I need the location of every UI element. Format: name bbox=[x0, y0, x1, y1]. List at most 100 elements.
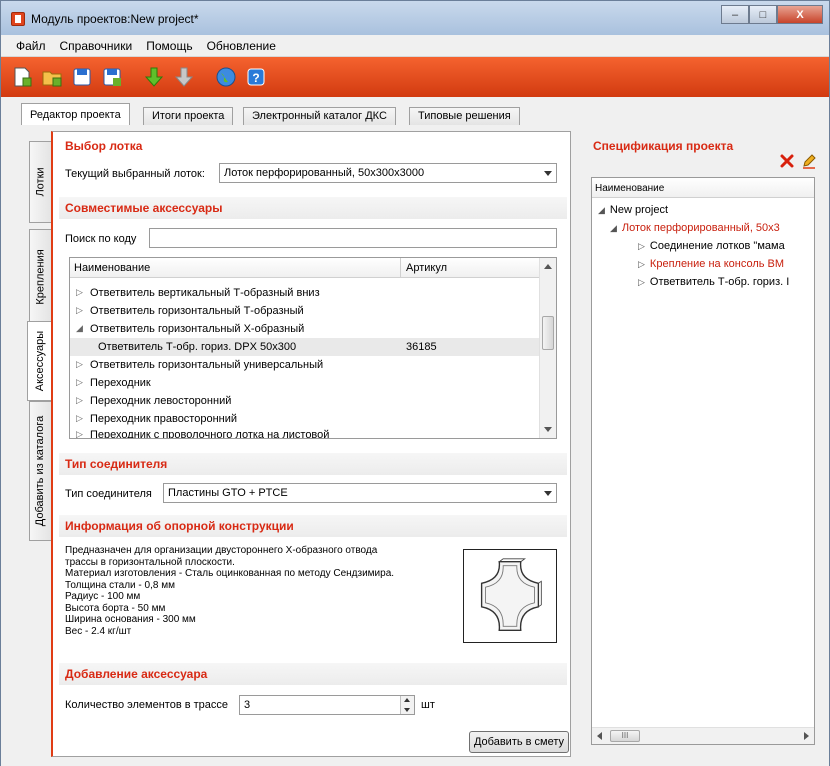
qty-stepper[interactable]: 3 bbox=[239, 695, 415, 715]
collapse-icon[interactable]: ◢ bbox=[76, 324, 84, 333]
menu-update[interactable]: Обновление bbox=[200, 39, 283, 53]
product-image bbox=[463, 549, 557, 643]
stepper-down-icon[interactable] bbox=[404, 708, 410, 712]
window-title: Модуль проектов:New project* bbox=[31, 12, 199, 26]
menu-file[interactable]: Файл bbox=[9, 39, 53, 53]
app-logo-icon bbox=[11, 12, 25, 26]
expand-icon[interactable]: ▷ bbox=[638, 241, 645, 251]
side-tab-trays[interactable]: Лотки bbox=[29, 141, 51, 223]
minimize-button[interactable]: – bbox=[721, 5, 749, 24]
tray-label: Текущий выбранный лоток: bbox=[65, 168, 205, 180]
description-line: трассы в горизонтальной плоскости. bbox=[65, 556, 235, 568]
description-line: Ширина основания - 300 мм bbox=[65, 614, 196, 625]
side-tab-add-from-catalog-label: Добавить из каталога bbox=[34, 415, 47, 527]
support-section-title: Информация об опорной конструкции bbox=[65, 519, 294, 533]
description-line: Материал изготовления - Сталь оцинкованн… bbox=[65, 568, 395, 579]
column-name-header[interactable]: Наименование bbox=[74, 262, 150, 274]
table-row[interactable]: ▷ Ответвитель вертикальный Т-образный вни… bbox=[70, 284, 540, 302]
table-header: Наименование Артикул bbox=[70, 258, 540, 278]
edit-pencil-icon[interactable] bbox=[801, 153, 817, 169]
tab-dks-catalog[interactable]: Электронный каталог ДКС bbox=[243, 107, 396, 125]
collapse-icon[interactable]: ◢ bbox=[610, 223, 617, 233]
description-line: Толщина стали - 0,8 мм bbox=[65, 579, 175, 591]
table-row[interactable]: ▷ Переходник с проволочного лотка на лист… bbox=[70, 426, 540, 439]
tab-project-editor[interactable]: Редактор проекта bbox=[21, 103, 130, 126]
side-tab-add-from-catalog[interactable]: Добавить из каталога bbox=[29, 401, 51, 541]
save-icon[interactable] bbox=[69, 64, 95, 90]
scroll-down-icon[interactable] bbox=[544, 427, 552, 432]
accessories-table: Наименование Артикул ▷ Ответвитель вертик… bbox=[69, 257, 557, 439]
connector-select-value: Пластины GTO + PTCE bbox=[168, 487, 288, 499]
globe-icon[interactable] bbox=[213, 64, 239, 90]
arrow-down-green-icon[interactable] bbox=[141, 64, 167, 90]
side-tab-fastenings[interactable]: Крепления bbox=[29, 229, 51, 325]
maximize-button[interactable]: □ bbox=[749, 5, 777, 24]
spec-horizontal-scrollbar[interactable]: III bbox=[592, 727, 814, 744]
menu-references[interactable]: Справочники bbox=[53, 39, 140, 53]
expand-icon[interactable]: ▷ bbox=[638, 277, 645, 287]
specification-tree: Наименование ◢ New project ◢ Лоток перфори… bbox=[591, 177, 815, 745]
row-name: Переходник левосторонний bbox=[90, 395, 232, 407]
menu-help[interactable]: Помощь bbox=[139, 39, 199, 53]
scroll-up-icon[interactable] bbox=[544, 264, 552, 269]
row-name: Переходник с проволочного лотка на листо… bbox=[90, 429, 330, 439]
accessories-section-title: Совместимые аксессуары bbox=[65, 201, 223, 215]
help-icon[interactable]: ? bbox=[243, 64, 269, 90]
tray-section-title: Выбор лотка bbox=[65, 139, 143, 153]
new-document-icon[interactable] bbox=[9, 64, 35, 90]
tree-node-label: Соединение лотков "мама bbox=[649, 240, 785, 252]
save-as-icon[interactable] bbox=[99, 64, 125, 90]
expand-icon[interactable]: ▷ bbox=[76, 396, 84, 405]
qty-label: Количество элементов в трассе bbox=[65, 699, 229, 711]
tree-node-branch[interactable]: ▷ Ответвитель Т-обр. гориз. I bbox=[638, 276, 789, 288]
close-button[interactable]: X bbox=[777, 5, 823, 24]
tree-node-fastening[interactable]: ▷ Крепление на консоль ВМ bbox=[638, 258, 784, 270]
row-article: 36185 bbox=[406, 341, 437, 353]
table-row-selected[interactable]: Ответвитель Т-обр. гориз. DPX 50x300 3618… bbox=[70, 338, 540, 356]
toolbar: ? bbox=[1, 57, 829, 97]
arrow-down-gray-icon[interactable] bbox=[171, 64, 197, 90]
description-line: Радиус - 100 мм bbox=[65, 591, 141, 602]
description-line: Предназначен для организации двусторонне… bbox=[65, 545, 378, 556]
expand-icon[interactable]: ▷ bbox=[76, 378, 84, 387]
delete-icon[interactable] bbox=[779, 153, 795, 169]
expand-icon[interactable]: ▷ bbox=[638, 259, 645, 269]
tree-node-connection[interactable]: ▷ Соединение лотков "мама bbox=[638, 240, 785, 252]
collapse-icon[interactable]: ◢ bbox=[598, 205, 605, 215]
expand-icon[interactable]: ▷ bbox=[76, 430, 84, 439]
table-row[interactable]: ▷ Переходник левосторонний bbox=[70, 392, 540, 410]
table-row[interactable]: ▷ Ответвитель горизонтальный Т-образный bbox=[70, 302, 540, 320]
table-row[interactable]: ◢ Ответвитель горизонтальный Х-образный bbox=[70, 320, 540, 338]
stepper-buttons[interactable] bbox=[400, 696, 414, 714]
expand-icon[interactable]: ▷ bbox=[76, 306, 84, 315]
side-tab-accessories[interactable]: Аксессуары bbox=[27, 321, 53, 401]
scroll-right-icon[interactable] bbox=[804, 732, 809, 740]
connector-select[interactable]: Пластины GTO + PTCE bbox=[163, 483, 557, 503]
search-label: Поиск по коду bbox=[65, 233, 137, 245]
row-name: Ответвитель горизонтальный Х-образный bbox=[90, 323, 305, 335]
expand-icon[interactable]: ▷ bbox=[76, 288, 84, 297]
tab-typical-solutions[interactable]: Типовые решения bbox=[409, 107, 520, 125]
support-description: Предназначен для организации двусторонне… bbox=[65, 545, 465, 637]
tray-select[interactable]: Лоток перфорированный, 50x300x3000 bbox=[219, 163, 557, 183]
open-folder-icon[interactable] bbox=[39, 64, 65, 90]
tree-node-project[interactable]: ◢ New project bbox=[598, 204, 668, 216]
table-row[interactable]: ▷ Ответвитель горизонтальный универсальны… bbox=[70, 356, 540, 374]
add-to-estimate-button[interactable]: Добавить в смету bbox=[469, 731, 569, 753]
scroll-thumb[interactable] bbox=[542, 316, 554, 350]
scroll-left-icon[interactable] bbox=[597, 732, 602, 740]
stepper-up-icon[interactable] bbox=[404, 698, 410, 702]
table-row[interactable]: ▷ Переходник bbox=[70, 374, 540, 392]
row-toggle bbox=[84, 342, 92, 350]
row-name: Ответвитель горизонтальный Т-образный bbox=[90, 305, 304, 317]
spec-column-header[interactable]: Наименование bbox=[592, 178, 814, 198]
column-article-header[interactable]: Артикул bbox=[406, 262, 447, 274]
tab-project-totals[interactable]: Итоги проекта bbox=[143, 107, 234, 125]
scroll-thumb[interactable]: III bbox=[610, 730, 640, 742]
row-name: Переходник правосторонний bbox=[90, 413, 238, 425]
search-code-input[interactable] bbox=[149, 228, 557, 248]
tree-node-tray[interactable]: ◢ Лоток перфорированный, 50x3 bbox=[610, 222, 780, 234]
table-scrollbar[interactable] bbox=[539, 258, 556, 438]
expand-icon[interactable]: ▷ bbox=[76, 360, 84, 369]
expand-icon[interactable]: ▷ bbox=[76, 414, 84, 423]
